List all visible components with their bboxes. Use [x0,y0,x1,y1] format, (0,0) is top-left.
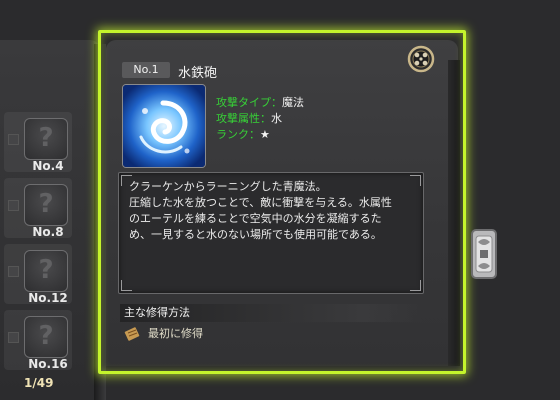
latch-icon [471,229,497,279]
question-icon: ? [38,123,54,153]
unknown-spell-icon: ? [24,316,68,358]
spell-slot-no8[interactable]: ? No.8 [4,178,72,239]
unknown-spell-icon: ? [24,250,68,292]
slot-bullet [8,200,19,211]
unknown-spell-icon: ? [24,118,68,160]
spell-slot-no12[interactable]: ? No.12 [4,244,72,305]
unknown-spell-icon: ? [24,184,68,226]
slot-bullet [8,266,19,277]
book-latch[interactable] [470,228,498,280]
spell-slot-no4[interactable]: ? No.4 [4,112,72,173]
slot-label: No.16 [28,357,68,371]
slot-bullet [8,134,19,145]
question-icon: ? [38,255,54,285]
question-icon: ? [38,189,54,219]
slot-label: No.8 [32,225,64,239]
page-count: 1/49 [24,376,54,390]
spell-slot-no16[interactable]: ? No.16 [4,310,72,371]
slot-label: No.4 [32,159,64,173]
slot-bullet [8,332,19,343]
selection-highlight [98,30,466,374]
slot-label: No.12 [28,291,68,305]
question-icon: ? [38,321,54,351]
